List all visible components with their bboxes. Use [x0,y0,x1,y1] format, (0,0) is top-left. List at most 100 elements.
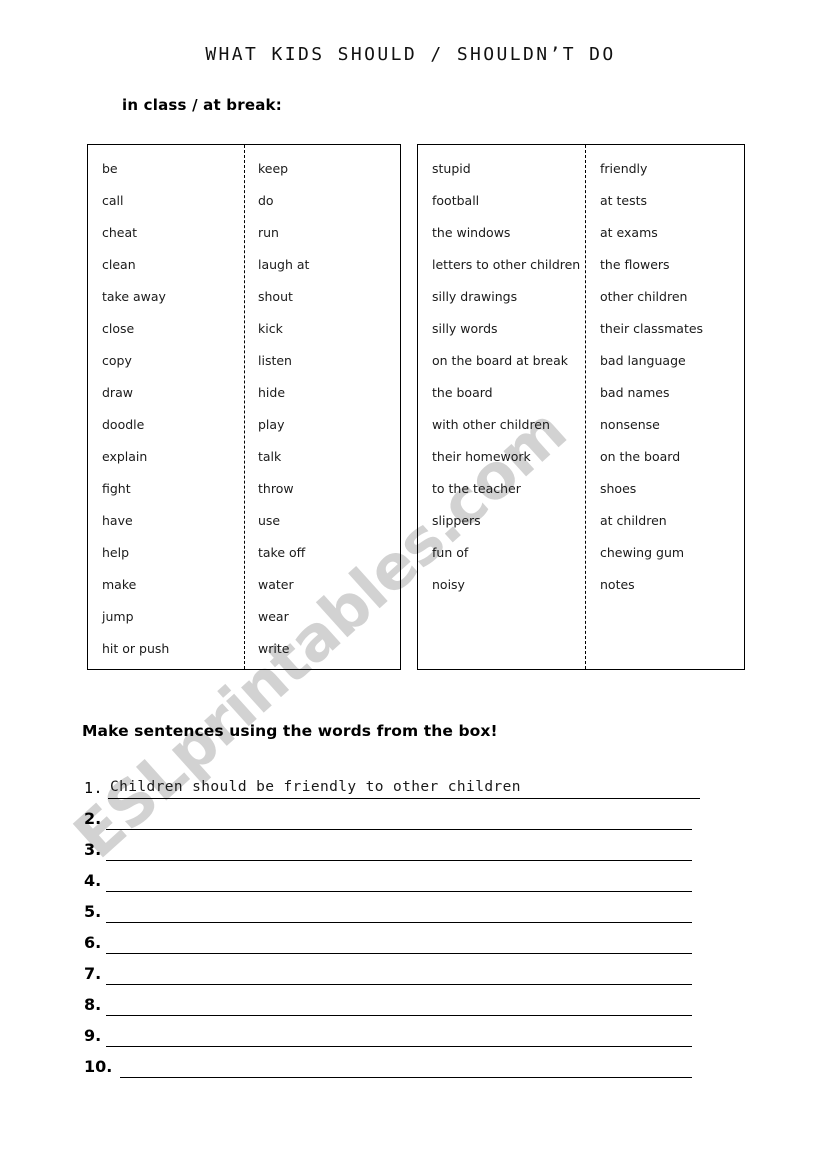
word-item: nonsense [600,417,660,432]
word-item: clean [102,257,136,272]
word-item: write [258,641,290,656]
word-item: the windows [432,225,511,240]
answer-write-line[interactable] [106,953,692,954]
word-item: jump [102,609,134,624]
word-column-verbs-left: be call cheat clean take away close copy draw do… [102,153,242,665]
answer-write-line[interactable] [106,1015,692,1016]
answer-number: 3. [84,840,102,859]
word-item: the flowers [600,257,670,272]
word-item: on the board at break [432,353,569,368]
word-item: silly words [432,321,498,336]
answer-number: 1. [84,779,104,797]
word-box-divider [585,145,586,669]
word-item: their classmates [600,321,704,336]
word-item: hit or push [102,641,170,656]
word-item: explain [102,449,148,464]
word-item: hide [258,385,286,400]
word-item: chewing gum [600,545,685,560]
word-item: laugh at [258,257,310,272]
word-item: kick [258,321,283,336]
answer-row: 5. [84,900,724,931]
word-item: play [258,417,285,432]
word-item: make [102,577,137,592]
answer-row: 8. [84,993,724,1024]
answer-write-line[interactable] [106,1046,692,1047]
answer-number: 5. [84,902,102,921]
word-item: cheat [102,225,138,240]
answer-row: 10. [84,1055,724,1086]
answer-row: 2. [84,807,724,838]
word-item: silly drawings [432,289,518,304]
word-item: shoes [600,481,637,496]
word-item: football [432,193,480,208]
word-item: fun of [432,545,469,560]
word-item: at exams [600,225,658,240]
word-item: talk [258,449,282,464]
word-item: fight [102,481,131,496]
word-item: doodle [102,417,145,432]
answer-number: 2. [84,809,102,828]
answer-row: 3. [84,838,724,869]
word-item: keep [258,161,289,176]
word-box-objects: stupid football the windows letters to othe… [417,144,745,670]
word-item: close [102,321,135,336]
word-item: stupid [432,161,471,176]
answer-write-line[interactable] [106,984,692,985]
answer-row: 1. Children should be friendly to other c… [84,776,724,807]
word-item: listen [258,353,292,368]
exercise-instruction: Make sentences using the words from the … [82,722,498,740]
word-item: take away [102,289,166,304]
answer-row: 9. [84,1024,724,1055]
word-item: noisy [432,577,465,592]
word-item: bad language [600,353,686,368]
word-item: help [102,545,130,560]
word-item: call [102,193,124,208]
word-item: do [258,193,274,208]
word-box-divider [244,145,245,669]
word-item: copy [102,353,132,368]
answer-write-line[interactable] [106,829,692,830]
answer-write-line[interactable] [106,891,692,892]
word-item: have [102,513,133,528]
word-item: slippers [432,513,481,528]
word-item: their homework [432,449,531,464]
word-box-verbs: be call cheat clean take away close copy draw do… [87,144,401,670]
section-subtitle: in class / at break: [122,96,282,114]
word-item: at tests [600,193,648,208]
word-column-objects-right: friendly at tests at exams the flowers other… [600,153,742,601]
answer-write-line[interactable] [108,798,700,799]
answer-write-line[interactable] [106,922,692,923]
word-column-objects-left: stupid football the windows letters to othe… [432,153,584,601]
answer-number: 4. [84,871,102,890]
word-item: at children [600,513,667,528]
word-item: be [102,161,118,176]
word-item: notes [600,577,635,592]
word-item: run [258,225,279,240]
word-item: shout [258,289,293,304]
word-item: use [258,513,281,528]
answer-row: 4. [84,869,724,900]
page-title: WHAT KIDS SHOULD / SHOULDN’T DO [205,44,616,65]
worksheet-page: ESLprintables.com WHAT KIDS SHOULD / SHO… [0,0,821,1169]
answer-row: 6. [84,931,724,962]
answer-example-text: Children should be friendly to other chi… [110,779,521,795]
word-item: on the board [600,449,681,464]
word-item: other children [600,289,688,304]
word-item: the board [432,385,493,400]
answer-write-line[interactable] [106,860,692,861]
word-item: wear [258,609,289,624]
word-item: with other children [432,417,550,432]
answer-number: 6. [84,933,102,952]
answer-number: 9. [84,1026,102,1045]
word-item: draw [102,385,133,400]
word-item: friendly [600,161,648,176]
answer-number: 7. [84,964,102,983]
word-item: bad names [600,385,670,400]
answer-number: 10. [84,1057,113,1076]
word-item: take off [258,545,306,560]
answer-number: 8. [84,995,102,1014]
answer-row: 7. [84,962,724,993]
answer-write-line[interactable] [120,1077,692,1078]
word-item: throw [258,481,294,496]
word-item: to the teacher [432,481,521,496]
